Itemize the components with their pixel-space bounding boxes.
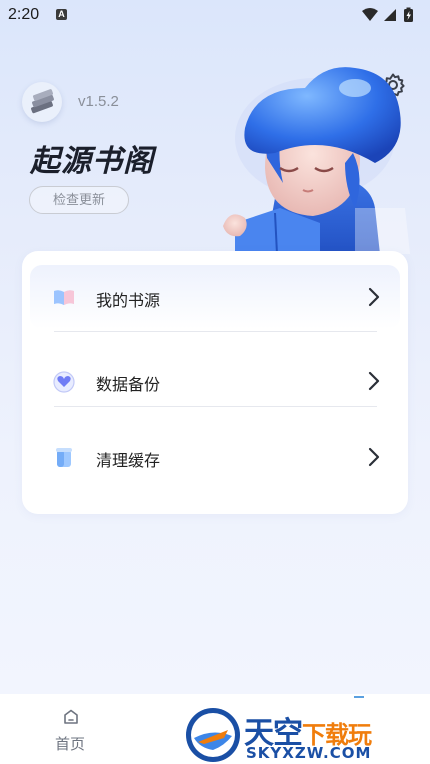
- site-watermark: 天空下载玩 SKYXZW.COM: [184, 706, 430, 764]
- open-book-icon: [54, 290, 74, 305]
- nav-indicator: [354, 696, 364, 698]
- status-icons: [362, 7, 413, 22]
- backup-heart-icon: [53, 371, 75, 393]
- home-icon: [64, 709, 78, 724]
- menu-label-data-backup: 数据备份: [96, 377, 161, 394]
- check-update-button[interactable]: 检查更新: [29, 186, 129, 214]
- chevron-right-icon: [368, 287, 380, 307]
- battery-icon: [404, 7, 413, 22]
- menu-card: 我的书源 数据备份 清理缓存: [22, 251, 408, 514]
- trash-can-icon: [56, 448, 72, 467]
- menu-item-book-source[interactable]: 我的书源: [22, 267, 408, 327]
- menu-item-clear-cache[interactable]: 清理缓存: [22, 427, 408, 487]
- app-version: v1.5.2: [78, 93, 119, 110]
- divider: [54, 331, 377, 332]
- divider: [54, 406, 377, 407]
- notification-icon: A: [56, 9, 67, 20]
- mascot-illustration: [223, 67, 410, 254]
- books-icon: [31, 89, 54, 114]
- app-title: 起源书阁: [30, 145, 154, 178]
- menu-item-data-backup[interactable]: 数据备份: [22, 351, 408, 411]
- watermark-url: SKYXZW.COM: [246, 744, 372, 762]
- status-time: 2:20: [8, 6, 40, 23]
- chevron-right-icon: [368, 447, 380, 467]
- app-logo: [22, 82, 62, 122]
- menu-label-clear-cache: 清理缓存: [96, 453, 161, 470]
- chevron-right-icon: [368, 371, 380, 391]
- wifi-icon: [362, 8, 378, 21]
- nav-home-label: 首页: [55, 736, 86, 753]
- status-bar: 2:20 A: [0, 0, 430, 30]
- watermark-logo: [186, 708, 240, 762]
- signal-icon: [384, 9, 396, 21]
- menu-label-book-source: 我的书源: [96, 293, 161, 310]
